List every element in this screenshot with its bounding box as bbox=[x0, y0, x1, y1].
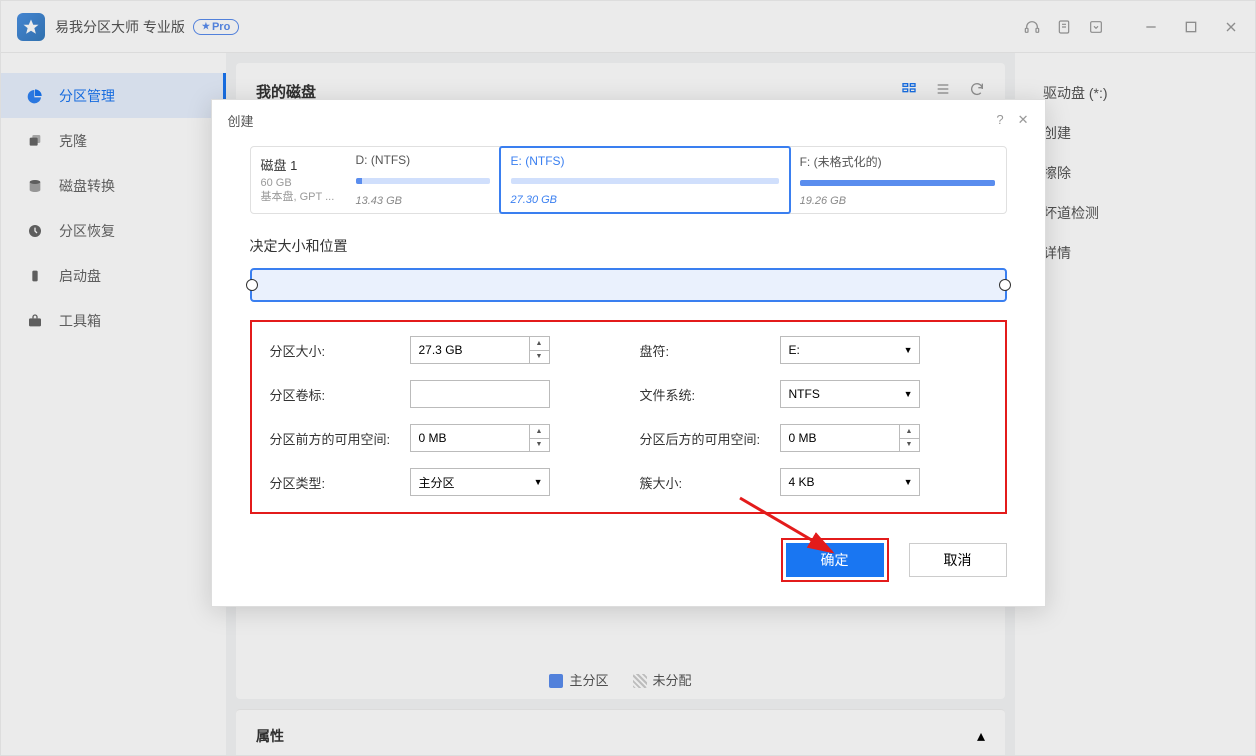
before-space-input[interactable]: 0 MB▲▼ bbox=[410, 424, 550, 452]
spinner-up-icon[interactable]: ▲ bbox=[530, 425, 549, 439]
close-icon[interactable]: ✕ bbox=[1018, 112, 1029, 128]
partition-e[interactable]: E: (NTFS) 27.30 GB bbox=[499, 146, 791, 214]
fs-label: 文件系统: bbox=[640, 385, 780, 404]
cancel-button[interactable]: 取消 bbox=[909, 543, 1007, 577]
disk-capacity: 60 GB bbox=[261, 176, 336, 190]
ptype-label: 分区类型: bbox=[270, 473, 410, 492]
spinner-down-icon[interactable]: ▼ bbox=[530, 439, 549, 452]
size-position-title: 决定大小和位置 bbox=[250, 236, 1007, 256]
fs-select[interactable]: NTFS▼ bbox=[780, 380, 920, 408]
disk-type: 基本盘, GPT ... bbox=[261, 190, 336, 204]
disk-name: 磁盘 1 bbox=[261, 155, 336, 174]
disk-info: 磁盘 1 60 GB 基本盘, GPT ... bbox=[251, 147, 346, 213]
modal-title: 创建 bbox=[228, 111, 254, 130]
disk-overview: 磁盘 1 60 GB 基本盘, GPT ... D: (NTFS) 13.43 … bbox=[250, 146, 1007, 214]
spinner-up-icon[interactable]: ▲ bbox=[530, 337, 549, 351]
size-label: 分区大小: bbox=[270, 341, 410, 360]
drive-label: 盘符: bbox=[640, 341, 780, 360]
partition-d[interactable]: D: (NTFS) 13.43 GB bbox=[346, 147, 500, 213]
cluster-label: 簇大小: bbox=[640, 473, 780, 492]
form-highlight-box: 分区大小: 27.3 GB▲▼ 盘符: E:▼ 分区卷标: 文件系统: NTFS… bbox=[250, 320, 1007, 514]
spinner-up-icon[interactable]: ▲ bbox=[900, 425, 919, 439]
slider-handle-left[interactable] bbox=[246, 279, 258, 291]
after-space-label: 分区后方的可用空间: bbox=[640, 429, 780, 448]
spinner-down-icon[interactable]: ▼ bbox=[530, 351, 549, 364]
size-slider[interactable] bbox=[250, 268, 1007, 302]
spinner-down-icon[interactable]: ▼ bbox=[900, 439, 919, 452]
volume-input[interactable] bbox=[410, 380, 550, 408]
create-partition-modal: 创建 ? ✕ 磁盘 1 60 GB 基本盘, GPT ... D: (NTFS) bbox=[211, 99, 1046, 607]
volume-label: 分区卷标: bbox=[270, 385, 410, 404]
ptype-select[interactable]: 主分区▼ bbox=[410, 468, 550, 496]
slider-handle-right[interactable] bbox=[999, 279, 1011, 291]
help-icon[interactable]: ? bbox=[996, 112, 1003, 128]
drive-select[interactable]: E:▼ bbox=[780, 336, 920, 364]
annotation-arrow bbox=[732, 490, 852, 570]
partition-f[interactable]: F: (未格式化的) 19.26 GB bbox=[790, 147, 1006, 213]
modal-overlay: 创建 ? ✕ 磁盘 1 60 GB 基本盘, GPT ... D: (NTFS) bbox=[1, 1, 1255, 755]
before-space-label: 分区前方的可用空间: bbox=[270, 429, 410, 448]
size-input[interactable]: 27.3 GB▲▼ bbox=[410, 336, 550, 364]
after-space-input[interactable]: 0 MB▲▼ bbox=[780, 424, 920, 452]
